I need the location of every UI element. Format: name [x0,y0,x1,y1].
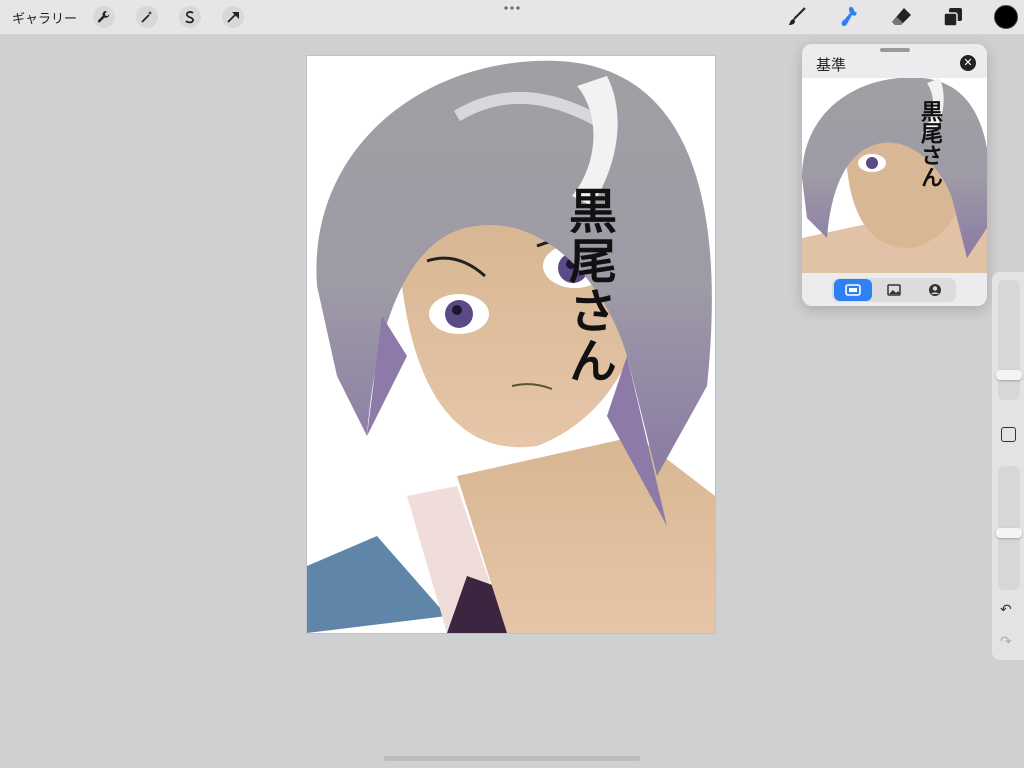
home-indicator [384,756,640,761]
more-options-icon[interactable] [503,4,521,12]
redo-icon[interactable]: ↷ [1000,634,1012,650]
magic-wand-icon[interactable] [136,6,158,28]
brush-size-slider-thumb[interactable] [996,370,1022,380]
transform-icon[interactable] [222,6,244,28]
layers-icon[interactable] [941,5,965,29]
opacity-slider-thumb[interactable] [996,528,1022,538]
reference-text-layer: 黒尾さん [917,100,942,188]
reference-panel[interactable]: 基準 ✕ 黒尾さん [802,44,987,306]
wrench-icon[interactable] [93,6,115,28]
top-toolbar: ギャラリー [0,0,1024,35]
eraser-icon[interactable] [889,5,913,29]
panel-drag-handle[interactable] [880,48,910,52]
brush-sidebar: ↶ ↷ [992,272,1024,660]
artwork-illustration [307,56,715,633]
face-mode-icon[interactable] [916,279,954,301]
canvas-mode-icon[interactable] [834,279,872,301]
smudge-icon[interactable] [837,5,861,29]
reference-preview [802,78,987,273]
brush-size-slider[interactable] [998,280,1020,400]
undo-icon[interactable]: ↶ [1000,602,1012,618]
canvas-text-layer: 黒尾さん [560,186,616,386]
image-mode-icon[interactable] [875,279,913,301]
reference-title: 基準 [816,56,847,74]
selection-icon[interactable] [179,6,201,28]
color-picker-button[interactable] [994,5,1018,29]
reference-mode-selector [832,278,956,302]
close-icon[interactable]: ✕ [960,55,976,71]
drawing-canvas[interactable] [307,56,715,633]
brush-icon[interactable] [785,5,809,29]
gallery-button[interactable]: ギャラリー [12,8,77,27]
reference-thumbnail [802,78,987,273]
modify-button[interactable] [1001,427,1016,442]
